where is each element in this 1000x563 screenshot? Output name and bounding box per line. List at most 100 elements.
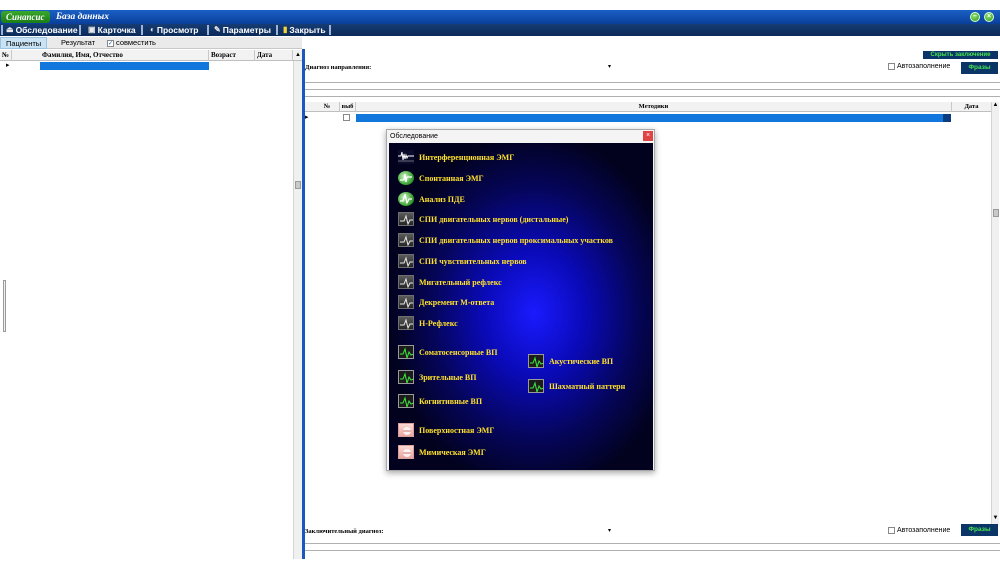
row-pointer-icon: ▸ — [6, 62, 10, 69]
col-header-no[interactable]: № — [315, 102, 340, 112]
checkbox-unchecked-icon — [888, 527, 895, 534]
main-toolbar: ⏏ Обследование ▣ Карточка ◐ Просмотр ✎ П… — [0, 24, 1000, 36]
waveform-icon — [398, 212, 414, 226]
dialog-close-button[interactable]: × — [643, 131, 653, 141]
toolbar-separator — [141, 25, 143, 35]
menu-item-interference-emg[interactable]: Интерференционная ЭМГ — [398, 150, 514, 164]
right-scroll-thumb[interactable] — [993, 209, 999, 217]
col-header-name[interactable]: Фамилия, Имя, Отчество — [40, 50, 209, 61]
window-title: База данных — [56, 12, 109, 22]
divider — [305, 82, 1000, 83]
table-row[interactable]: ▸ — [0, 61, 302, 70]
menu-item-vep[interactable]: Зрительные ВП — [398, 370, 476, 384]
autofill-checkbox[interactable]: Автозаполнение — [888, 63, 950, 70]
ep-wave-icon — [398, 345, 414, 359]
menu-item-cognitive-ep[interactable]: Когнитивные ВП — [398, 394, 482, 408]
autofill-checkbox[interactable]: Автозаполнение — [888, 527, 950, 534]
examination-icon: ⏏ — [6, 25, 14, 34]
menu-item-sensory-ncv[interactable]: СПИ чувствительных нервов — [398, 254, 527, 268]
toolbar-separator — [1, 25, 3, 35]
table-row[interactable]: ▸ — [305, 113, 991, 122]
close-window-button[interactable]: × — [984, 12, 994, 22]
close-button[interactable]: ▮ Закрыть — [283, 24, 326, 36]
left-scrollbar[interactable] — [293, 61, 302, 559]
selected-row-highlight — [356, 114, 943, 122]
select-checkbox[interactable] — [343, 114, 350, 121]
scroll-up-icon[interactable]: ▲ — [293, 50, 302, 61]
exit-door-icon: ▮ — [283, 25, 288, 34]
menu-item-surface-emg[interactable]: Поверхностная ЭМГ — [398, 423, 494, 437]
menu-item-label: Шахматный паттерн — [549, 381, 626, 391]
card-icon: ▣ — [88, 25, 96, 34]
spontaneous-emg-icon — [398, 171, 414, 185]
referral-dx-dropdown-icon[interactable]: ▾ — [608, 63, 611, 70]
menu-item-spontaneous-emg[interactable]: Спонтанная ЭМГ — [398, 171, 484, 185]
row-pointer-icon: ▸ — [305, 114, 309, 121]
wrench-icon: ✎ — [214, 25, 221, 34]
col-header-date[interactable]: Дата — [952, 102, 991, 112]
selected-row-highlight — [40, 62, 209, 70]
menu-item-m-response-decrement[interactable]: Декремент М-ответа — [398, 295, 494, 309]
menu-item-aep[interactable]: Акустические ВП — [528, 354, 613, 368]
parameters-button[interactable]: ✎ Параметры — [214, 24, 271, 36]
tab-result[interactable]: Результат — [56, 37, 100, 49]
col-header-methods[interactable]: Методики — [356, 102, 952, 112]
col-header-date[interactable]: Дата — [255, 50, 293, 61]
left-splitter-handle[interactable] — [3, 280, 6, 332]
waveform-icon — [398, 233, 414, 247]
menu-item-label: СПИ двигательных нервов (дистальные) — [419, 214, 569, 224]
hide-conclusion-button[interactable]: Скрыть заключение — [923, 51, 998, 59]
checkbox-unchecked-icon — [888, 63, 895, 70]
menu-item-label: Декремент М-ответа — [419, 297, 495, 307]
waveform-icon — [398, 275, 414, 289]
ep-wave-icon — [398, 370, 414, 384]
toolbar-separator — [276, 25, 278, 35]
combine-label: совместить — [116, 38, 156, 47]
menu-item-ssep[interactable]: Соматосенсорные ВП — [398, 345, 497, 359]
left-scroll-thumb[interactable] — [295, 181, 301, 189]
waveform-icon — [398, 316, 414, 330]
examination-button[interactable]: ⏏ Обследование — [6, 24, 78, 36]
menu-item-h-reflex[interactable]: Н-Рефлекс — [398, 316, 458, 330]
methods-table-header: № выб Методики Дата — [305, 102, 991, 112]
menu-item-checkerboard-pattern[interactable]: Шахматный паттерн — [528, 379, 625, 393]
final-dx-dropdown-icon[interactable]: ▾ — [608, 527, 611, 534]
autofill-label: Автозаполнение — [897, 63, 951, 70]
menu-item-label: Акустические ВП — [549, 356, 614, 366]
col-header-select[interactable]: выб — [340, 102, 356, 112]
menu-item-blink-reflex[interactable]: Мигательный рефлекс — [398, 275, 502, 289]
interference-emg-icon — [398, 150, 414, 164]
menu-item-label: Мимическая ЭМГ — [419, 447, 486, 457]
divider — [305, 89, 1000, 90]
panel-splitter[interactable] — [302, 49, 305, 559]
waveform-icon — [398, 295, 414, 309]
menu-item-pde-analysis[interactable]: Анализ ПДЕ — [398, 192, 465, 206]
combine-checkbox[interactable]: ✓ совместить — [102, 37, 161, 49]
menu-item-label: Когнитивные ВП — [419, 396, 483, 406]
menu-item-label: Мигательный рефлекс — [419, 277, 502, 287]
close-label: Закрыть — [289, 25, 326, 35]
col-header-age[interactable]: Возраст — [209, 50, 255, 61]
scroll-down-icon[interactable]: ▼ — [992, 515, 999, 521]
view-button[interactable]: ◐ Просмотр — [150, 24, 198, 36]
referral-dx-label: Диагноз направления: — [305, 64, 372, 71]
menu-item-label: Поверхностная ЭМГ — [419, 425, 495, 435]
ep-wave-icon — [528, 354, 544, 368]
right-scrollbar[interactable]: ▲ ▼ — [991, 102, 999, 525]
phrases-button[interactable]: Фразы — [961, 62, 998, 74]
scroll-up-icon[interactable]: ▲ — [992, 102, 999, 108]
row-marker — [943, 114, 951, 122]
tab-patients[interactable]: Пациенты — [0, 37, 48, 49]
menu-item-motor-ncv-distal[interactable]: СПИ двигательных нервов (дистальные) — [398, 212, 568, 226]
left-tabs: Пациенты Результат ✓ совместить — [0, 37, 302, 49]
phrases-button[interactable]: Фразы — [961, 524, 998, 536]
app-badge: Синапсис — [1, 11, 50, 23]
examination-menu: Интерференционная ЭМГ Спонтанная ЭМГ Ана… — [389, 143, 653, 470]
divider — [305, 550, 1000, 551]
card-button[interactable]: ▣ Карточка — [88, 24, 136, 36]
menu-item-motor-ncv-proximal[interactable]: СПИ двигательных нервов проксимальных уч… — [398, 233, 613, 247]
minimize-button[interactable]: – — [970, 12, 980, 22]
col-header-no[interactable]: № — [0, 50, 12, 61]
menu-item-facial-emg[interactable]: Мимическая ЭМГ — [398, 445, 486, 459]
menu-item-label: СПИ чувствительных нервов — [419, 256, 527, 266]
